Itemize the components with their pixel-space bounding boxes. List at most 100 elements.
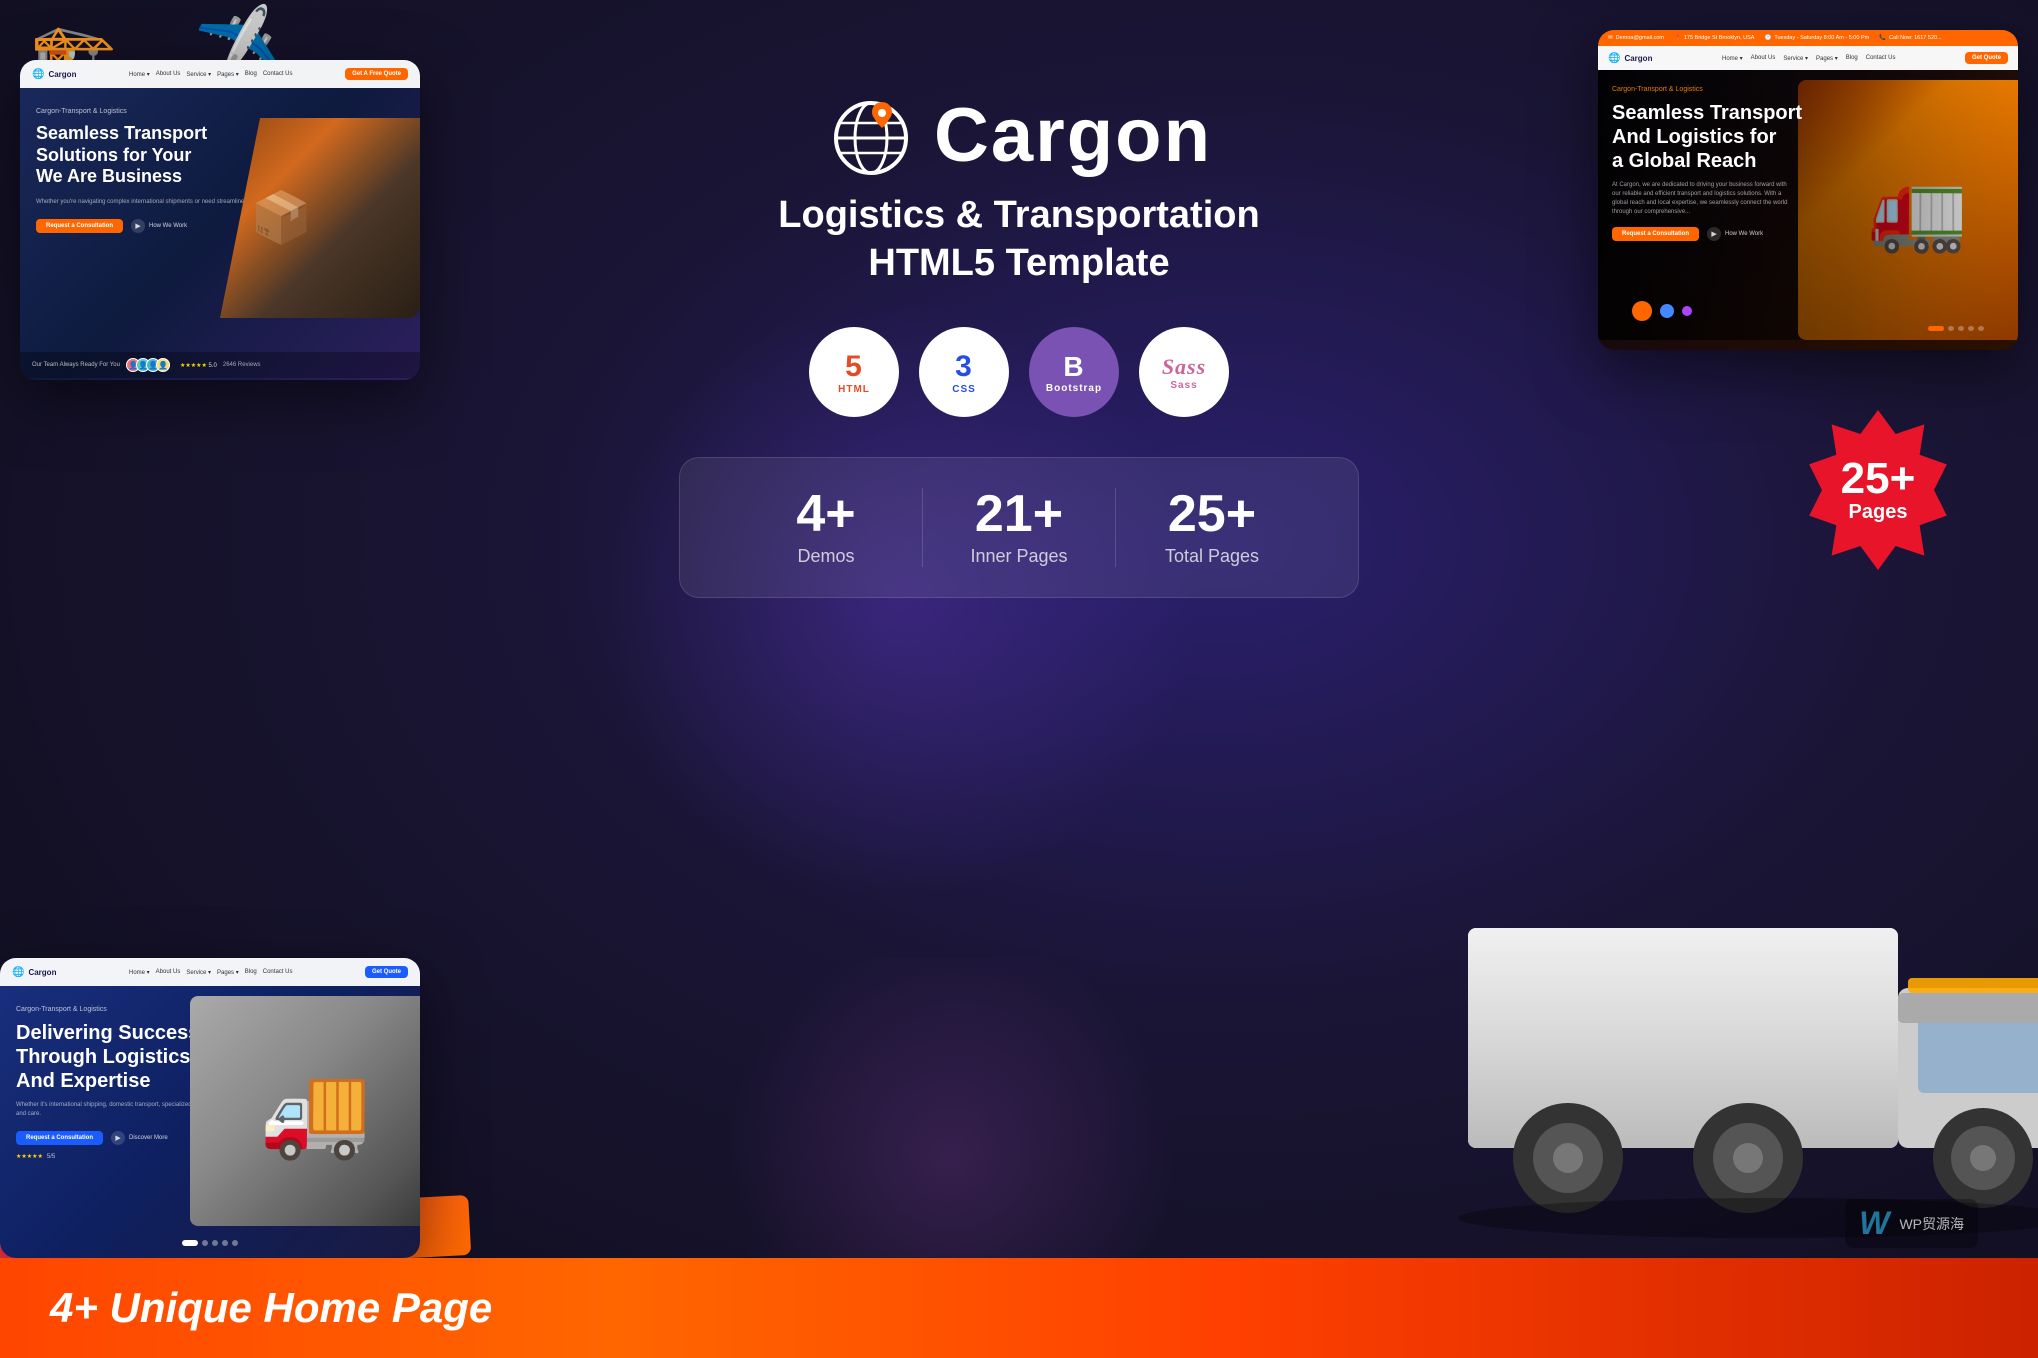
dark-dot-4 (1978, 326, 1984, 331)
rating-value: 5.0 (209, 363, 217, 369)
phone-icon: 📞 (1879, 35, 1886, 41)
phone-info: 📞 Call Now: 1617 520... (1879, 35, 1941, 41)
card2-navbar: 🌐 Cargon Home ▾ About Us Service ▾ Pages… (0, 958, 420, 986)
dark-dot-2 (1958, 326, 1964, 331)
inner-pages-number: 21+ (975, 488, 1063, 540)
wp-icon: W (1859, 1205, 1889, 1242)
play-circle-icon-3: ▶ (1707, 227, 1721, 241)
logo-name: Cargon (934, 92, 1212, 179)
globe-icon: 🌐 (32, 69, 44, 80)
card2-nav-links: Home ▾ About Us Service ▾ Pages ▾ Blog C… (64, 969, 357, 976)
card-navbar: 🌐 Cargon Home ▾ About Us Service ▾ Pages… (20, 60, 420, 88)
card2-consult-btn[interactable]: Request a Consultation (16, 1131, 103, 1145)
globe-icon-3: 🌐 (1608, 53, 1620, 64)
tagline-line1: Logistics & Transportation (778, 194, 1259, 236)
badge-pages-label: Pages (1849, 501, 1908, 524)
play-circle-icon-2: ▶ (111, 1131, 125, 1145)
review-count: 2646 Reviews (223, 362, 261, 368)
bottom-bar: 4+ Unique Home Page (0, 1258, 2038, 1358)
stars-2: ★★★★★ (16, 1153, 43, 1160)
play-button[interactable]: ▶ How We Work (131, 219, 187, 233)
card-cta-button[interactable]: Get A Free Quote (345, 68, 408, 80)
starburst: 25+ Pages (1798, 410, 1958, 570)
preview-card-top-left: 🌐 Cargon Home ▾ About Us Service ▾ Pages… (20, 60, 420, 380)
sass-label: Sass (1162, 354, 1206, 380)
card2-cta[interactable]: Get Quote (365, 966, 408, 978)
blue-dot (1660, 304, 1674, 318)
sass-badge: Sass Sass (1139, 327, 1229, 417)
page-dots (182, 1240, 238, 1246)
hours-info: 🕐 Tuesday - Saturday 8:00 Am - 5:00 Pm (1764, 35, 1869, 41)
bottom-text: 4+ Unique Home Page (50, 1284, 492, 1332)
dark-play-btn[interactable]: ▶ How We Work (1707, 227, 1763, 241)
html-badge-label: HTML (838, 384, 870, 395)
dark-card-logo: 🌐 Cargon (1608, 53, 1652, 64)
watermark-text: WP贸源海 (1899, 1214, 1964, 1234)
dot-3 (222, 1240, 228, 1246)
dark-card-nav: 🌐 Cargon Home ▾ About Us Service ▾ Pages… (1598, 46, 2018, 70)
inner-pages-label: Inner Pages (970, 546, 1067, 567)
logo-svg (826, 90, 916, 180)
dark-topbar: ✉ Demoa@gmail.com 📍 175 Bridge St Brookl… (1598, 30, 2018, 46)
sass-badge-label: Sass (1170, 380, 1197, 391)
truck-image-2: 🚚 (190, 996, 420, 1226)
preview-card-top-right: ✉ Demoa@gmail.com 📍 175 Bridge St Brookl… (1598, 30, 2018, 350)
center-content: Cargon Logistics & Transportation HTML5 … (669, 90, 1369, 598)
avatars: 👤 👤 👤 👤 (126, 358, 166, 372)
truck-svg (1418, 808, 2038, 1258)
dark-cta-button[interactable]: Get Quote (1965, 52, 2008, 64)
email-icon: ✉ (1608, 35, 1613, 41)
globe-icon-2: 🌐 (12, 967, 24, 978)
clock-icon: 🕐 (1764, 35, 1771, 41)
dark-dot-active (1928, 326, 1944, 331)
orange-dot (1632, 301, 1652, 321)
dark-dot-1 (1948, 326, 1954, 331)
email-info: ✉ Demoa@gmail.com (1608, 35, 1664, 41)
dark-hero-btns: Request a Consultation ▶ How We Work (1612, 227, 2004, 241)
truck-visual (1418, 808, 2038, 1258)
card-logo: 🌐 Cargon (32, 69, 76, 80)
watermark: W WP贸源海 (1845, 1199, 1978, 1248)
pages-badge: 25+ Pages (1798, 410, 1958, 570)
tech-badges-row: 5 HTML 3 CSS B Bootstrap Sass Sass (809, 327, 1229, 417)
dot-4 (232, 1240, 238, 1246)
avatar-4: 👤 (156, 358, 170, 372)
total-pages-number: 25+ (1168, 488, 1256, 540)
css3-label: 3 (955, 350, 973, 384)
decorative-dots (1632, 301, 1692, 321)
html5-badge: 5 HTML (809, 327, 899, 417)
tagline: Logistics & Transportation HTML5 Templat… (778, 192, 1259, 287)
card2-logo: 🌐 Cargon (12, 967, 56, 978)
total-pages-label: Total Pages (1165, 546, 1259, 567)
stat-demos: 4+ Demos (730, 488, 923, 567)
card-nav-links: Home ▾ About Us Service ▾ Pages ▾ Blog C… (84, 71, 337, 78)
css-badge-label: CSS (952, 384, 976, 395)
card2-play-btn[interactable]: ▶ Discover More (111, 1131, 168, 1145)
dot-2 (212, 1240, 218, 1246)
card-hero: Cargon-Transport & Logistics Seamless Tr… (20, 88, 420, 378)
rating: ★★★★★ 5.0 (180, 362, 217, 369)
location-icon: 📍 (1674, 35, 1681, 41)
demos-number: 4+ (796, 488, 855, 540)
badge-25-number: 25+ (1841, 457, 1916, 501)
team-label: Our Team Always Ready For You (32, 362, 120, 368)
bootstrap-label: B (1063, 351, 1084, 383)
tagline-line2: HTML5 Template (868, 242, 1169, 284)
hero-label: Cargon-Transport & Logistics (36, 108, 404, 115)
dark-consult-btn[interactable]: Request a Consultation (1612, 227, 1699, 241)
dark-hero-label: Cargon-Transport & Logistics (1612, 86, 2004, 93)
bootstrap-badge: B Bootstrap (1029, 327, 1119, 417)
css3-badge: 3 CSS (919, 327, 1009, 417)
dark-hero: 🚛 Cargon-Transport & Logistics Seamless … (1598, 70, 2018, 340)
stars: ★★★★★ (180, 363, 207, 369)
bootstrap-badge-label: Bootstrap (1046, 383, 1102, 394)
dark-hero-desc: At Cargon, we are dedicated to driving y… (1612, 181, 1792, 217)
logo-row: Cargon (826, 90, 1212, 180)
consult-button[interactable]: Request a Consultation (36, 219, 123, 233)
preview-card-bottom-left: 🌐 Cargon Home ▾ About Us Service ▾ Pages… (0, 958, 420, 1258)
card2-hero: 🚚 Cargon-Transport & Logistics Deliverin… (0, 986, 420, 1256)
dot-active (182, 1240, 198, 1246)
card2-logo-text: Cargon (28, 968, 56, 977)
dark-nav-links: Home ▾ About Us Service ▾ Pages ▾ Blog C… (1660, 55, 1957, 62)
stats-strip: Our Team Always Ready For You 👤 👤 👤 👤 ★★… (20, 352, 420, 378)
